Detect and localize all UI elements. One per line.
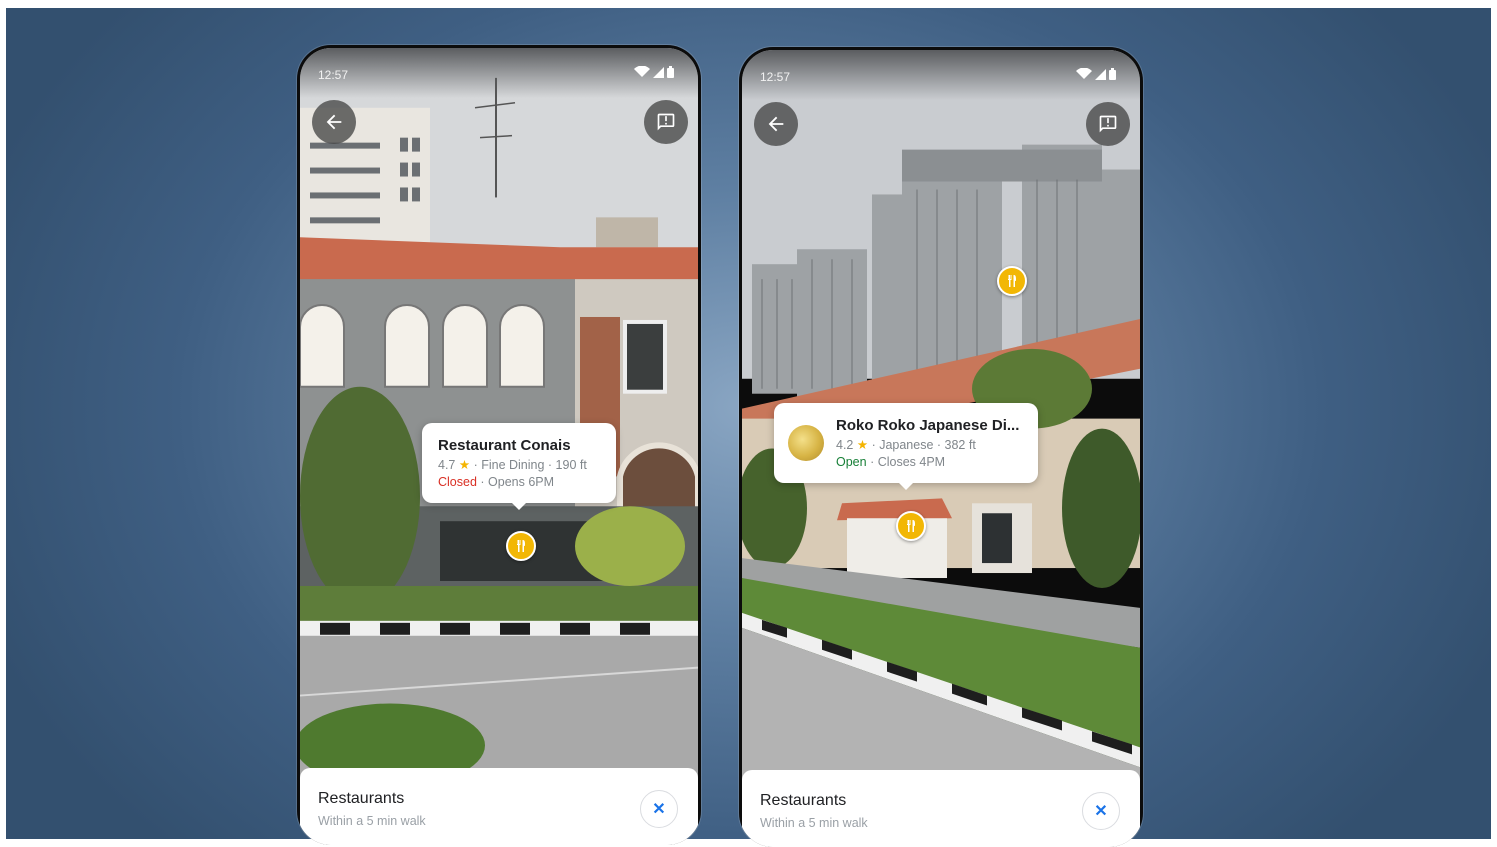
place-hours-text: · Opens 6PM bbox=[476, 475, 555, 489]
bottom-sheet[interactable]: Restaurants Within a 5 min walk ✕ bbox=[742, 770, 1140, 847]
fork-knife-icon bbox=[907, 520, 915, 532]
live-view-screen: 12:57 Roko Roko Japanese Di... 4.2 ★ · J… bbox=[742, 50, 1140, 847]
battery-icon bbox=[1109, 68, 1116, 80]
sheet-subtitle: Within a 5 min walk bbox=[318, 814, 426, 828]
place-name: Restaurant Conais bbox=[438, 437, 571, 454]
sheet-title: Restaurants bbox=[760, 792, 847, 809]
close-button[interactable]: ✕ bbox=[1082, 792, 1120, 830]
restaurant-pin[interactable] bbox=[997, 266, 1027, 296]
fork-knife-icon bbox=[1008, 275, 1016, 287]
back-button[interactable] bbox=[754, 102, 798, 146]
close-icon: ✕ bbox=[1094, 803, 1108, 820]
arrow-left-icon bbox=[326, 114, 342, 130]
place-status: Closed bbox=[438, 475, 477, 489]
place-hours-text: · Closes 4PM bbox=[866, 455, 946, 469]
feedback-button[interactable] bbox=[1086, 102, 1130, 146]
sheet-title: Restaurants bbox=[318, 790, 405, 807]
status-time: 12:57 bbox=[760, 70, 791, 84]
place-status: Open bbox=[836, 455, 867, 469]
wifi-icon bbox=[634, 66, 650, 77]
phone-left: 12:57 Restaurant Conais 4.7 ★ · Fine Din… bbox=[297, 45, 701, 845]
place-name: Roko Roko Japanese Di... bbox=[836, 417, 1020, 434]
place-card[interactable]: Restaurant Conais 4.7 ★ · Fine Dining · … bbox=[422, 423, 616, 510]
close-icon: ✕ bbox=[652, 801, 666, 818]
signal-icon bbox=[653, 66, 664, 78]
place-rating: 4.2 bbox=[836, 438, 854, 452]
feedback-icon bbox=[657, 113, 675, 131]
arrow-left-icon bbox=[768, 116, 784, 132]
feedback-button[interactable] bbox=[644, 100, 688, 144]
battery-icon bbox=[667, 66, 674, 78]
status-bar: 12:57 bbox=[742, 50, 1140, 100]
place-meta: 4.2 ★ · Japanese · 382 ft bbox=[836, 437, 1019, 452]
fork-knife-icon bbox=[517, 540, 525, 552]
star-icon: ★ bbox=[856, 438, 869, 452]
sheet-subtitle: Within a 5 min walk bbox=[760, 816, 868, 830]
live-view-screen: 12:57 Restaurant Conais 4.7 ★ · Fine Din… bbox=[300, 48, 698, 845]
system-icons bbox=[1076, 68, 1116, 80]
place-hours: Open · Closes 4PM bbox=[836, 455, 1019, 469]
system-icons bbox=[634, 66, 674, 78]
back-button[interactable] bbox=[312, 100, 356, 144]
close-button[interactable]: ✕ bbox=[640, 790, 678, 828]
status-time: 12:57 bbox=[318, 68, 349, 82]
restaurant-pin[interactable] bbox=[506, 531, 536, 561]
place-details: · Japanese · 382 ft bbox=[868, 438, 976, 452]
restaurant-pin[interactable] bbox=[896, 511, 926, 541]
phone-right: 12:57 Roko Roko Japanese Di... 4.2 ★ · J… bbox=[739, 47, 1143, 847]
place-hours: Closed · Opens 6PM bbox=[438, 475, 587, 489]
place-thumbnail bbox=[788, 425, 824, 461]
place-card[interactable]: Roko Roko Japanese Di... 4.2 ★ · Japanes… bbox=[774, 403, 1038, 490]
wifi-icon bbox=[1076, 68, 1092, 79]
status-bar: 12:57 bbox=[300, 48, 698, 98]
feedback-icon bbox=[1099, 115, 1117, 133]
place-details: · Fine Dining · 190 ft bbox=[470, 458, 587, 472]
bottom-sheet[interactable]: Restaurants Within a 5 min walk ✕ bbox=[300, 768, 698, 845]
place-rating: 4.7 bbox=[438, 458, 456, 472]
star-icon: ★ bbox=[458, 458, 471, 472]
signal-icon bbox=[1095, 68, 1106, 80]
place-meta: 4.7 ★ · Fine Dining · 190 ft bbox=[438, 457, 587, 472]
